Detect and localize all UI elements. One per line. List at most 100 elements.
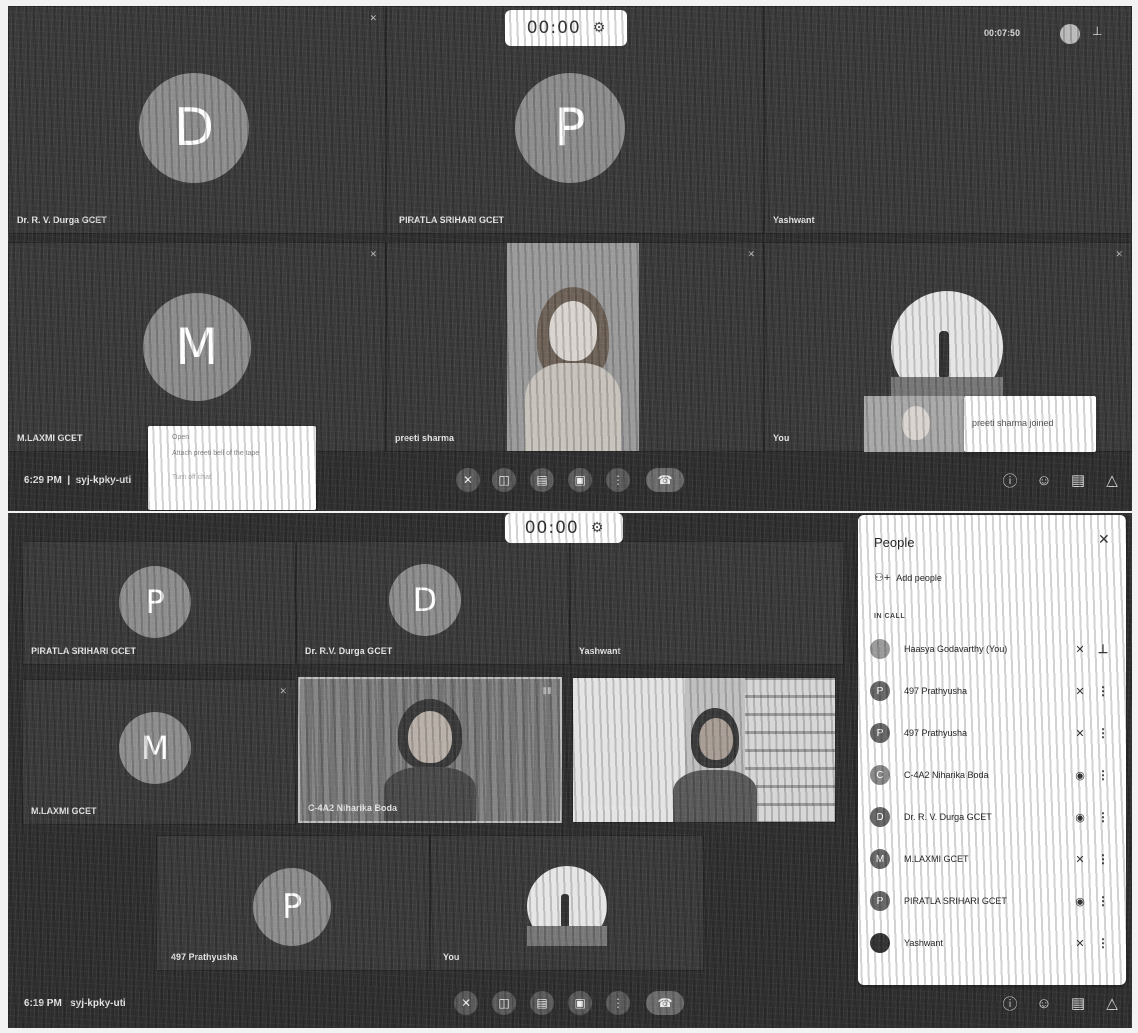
profile-picture (891, 291, 1003, 403)
mic-off-icon: ✕ (279, 686, 287, 696)
camera-off-button[interactable]: ◫ (492, 468, 516, 492)
people-panel: People ✕ ⚇+ Add people IN CALL Haasya Go… (858, 515, 1126, 985)
participant-row[interactable]: M M.LAXMI GCET ✕ ⋮ (870, 843, 1114, 875)
more-options-icon[interactable]: ⋮ (1092, 768, 1114, 782)
participant-row[interactable]: P 497 Prathyusha ✕ ⋮ (870, 717, 1114, 749)
avatar: P (870, 723, 890, 743)
participant-name: C-4A2 Niharika Boda (308, 803, 398, 813)
chat-icon[interactable]: ▤ (1068, 470, 1088, 490)
more-options-icon[interactable]: ⋮ (1092, 684, 1114, 698)
activities-icon[interactable]: △ (1102, 993, 1122, 1013)
panel-title: People (874, 535, 915, 550)
mic-off-button[interactable]: ✕ (456, 468, 480, 492)
gear-icon[interactable]: ⚙ (591, 520, 604, 536)
speaking-icon: ◉ (1075, 811, 1085, 824)
mic-off-icon: ✕ (1075, 937, 1085, 950)
people-icon[interactable]: ☺ (1034, 470, 1054, 490)
participant-name: You (443, 952, 460, 962)
participant-tile[interactable]: P PIRATLA SRIHARI GCET (22, 541, 296, 665)
horizon (527, 926, 607, 946)
silhouette-figure (939, 331, 949, 379)
avatar: P (253, 868, 331, 946)
participant-name: preeti sharma (395, 433, 455, 443)
participant-name: Dr. R. V. Durga GCET (904, 812, 992, 822)
gear-icon[interactable]: ⚙ (593, 20, 606, 36)
mic-off-icon: ✕ (747, 249, 755, 259)
participant-tile[interactable]: D ✕ Dr. R. V. Durga GCET (8, 6, 386, 234)
info-icon[interactable]: ⓘ (1000, 470, 1020, 490)
participant-row[interactable]: Yashwant ✕ ⋮ (870, 927, 1114, 959)
participant-video (507, 243, 639, 451)
participant-tile[interactable]: Yashwant (570, 541, 844, 665)
more-options-icon[interactable]: ⋮ (1092, 726, 1114, 740)
captions-button[interactable]: ▤ (530, 991, 554, 1015)
join-toast: preeti sharma joined (964, 396, 1096, 452)
more-options-icon[interactable]: ⋮ (1092, 936, 1114, 950)
timer-text: 00:00 (524, 518, 579, 538)
present-button[interactable]: ▣ (568, 991, 592, 1015)
participant-tile[interactable]: P 497 Prathyusha (156, 835, 430, 971)
participant-tile[interactable]: ✕ preeti sharma (386, 242, 764, 452)
avatar: M (119, 712, 191, 784)
participant-name: PIRATLA SRIHARI GCET (904, 896, 1007, 906)
avatar: D (870, 807, 890, 827)
close-icon[interactable]: ✕ (1098, 531, 1110, 548)
clock-and-code: 6:29 PM | syj-kpky-uti (24, 474, 132, 486)
body-shape (384, 767, 476, 821)
mic-off-icon: ✕ (1075, 643, 1085, 656)
camera-off-button[interactable]: ◫ (492, 991, 516, 1015)
timer-text: 00:00 (526, 18, 581, 38)
participant-name: M.LAXMI GCET (31, 806, 97, 816)
avatar (870, 639, 890, 659)
participant-row[interactable]: P PIRATLA SRIHARI GCET ◉ ⋮ (870, 885, 1114, 917)
participant-row[interactable]: C C-4A2 Niharika Boda ◉ ⋮ (870, 759, 1114, 791)
more-options-icon[interactable]: ⋮ (1092, 852, 1114, 866)
activities-icon[interactable]: △ (1102, 470, 1122, 490)
participant-tile[interactable]: D Dr. R.V. Durga GCET (296, 541, 570, 665)
meeting-timer: 00:00 ⚙ (505, 10, 627, 46)
mic-off-button[interactable]: ✕ (454, 991, 478, 1015)
participant-name: Yashwant (579, 646, 621, 656)
info-icon[interactable]: ⓘ (1000, 993, 1020, 1013)
participant-name: 497 Prathyusha (904, 686, 968, 696)
face-shape (408, 711, 452, 763)
avatar: M (870, 849, 890, 869)
participant-name: PIRATLA SRIHARI GCET (399, 215, 504, 225)
more-options-icon[interactable]: ⋮ (1092, 894, 1114, 908)
participant-tile[interactable]: ▮▮ C-4A2 Niharika Boda (298, 677, 562, 823)
menu-item[interactable]: Open (172, 434, 189, 441)
pin-icon[interactable]: ⊥ (1092, 24, 1102, 38)
participant-name: C-4A2 Niharika Boda (904, 770, 989, 780)
section-label: IN CALL (874, 613, 906, 620)
user-avatar[interactable] (1060, 24, 1080, 44)
avatar (870, 933, 890, 953)
end-call-button[interactable]: ☎ (646, 991, 684, 1015)
chat-icon[interactable]: ▤ (1068, 993, 1088, 1013)
participant-tile[interactable]: M ✕ M.LAXMI GCET (8, 242, 386, 452)
face-shape (549, 301, 597, 361)
participant-row[interactable]: D Dr. R. V. Durga GCET ◉ ⋮ (870, 801, 1114, 833)
end-call-button[interactable]: ☎ (646, 468, 684, 492)
more-options-icon[interactable]: ⋮ (1092, 810, 1114, 824)
participant-tile[interactable]: 497 Prathyusha (572, 677, 836, 823)
participant-tile[interactable]: You (430, 835, 704, 971)
speaking-icon: ◉ (1075, 769, 1085, 782)
more-options-button[interactable]: ⋮ (606, 468, 630, 492)
participant-tile[interactable]: M ✕ M.LAXMI GCET (22, 679, 296, 825)
add-people-label: Add people (896, 572, 942, 583)
participant-row[interactable]: P 497 Prathyusha ✕ ⋮ (870, 675, 1114, 707)
participant-name: Dr. R. V. Durga GCET (17, 215, 107, 225)
add-people-button[interactable]: ⚇+ Add people (874, 571, 942, 584)
pin-icon[interactable]: ⊥ (1092, 642, 1114, 656)
captions-button[interactable]: ▤ (530, 468, 554, 492)
top-meeting-screenshot: D ✕ Dr. R. V. Durga GCET P PIRATLA SRIHA… (8, 6, 1132, 511)
present-button[interactable]: ▣ (568, 468, 592, 492)
more-options-button[interactable]: ⋮ (606, 991, 630, 1015)
participant-row[interactable]: Haasya Godavarthy (You) ✕ ⊥ (870, 633, 1114, 665)
clock-and-code: 6:19 PM syj-kpky-uti (24, 997, 126, 1009)
mic-off-icon: ✕ (369, 249, 377, 259)
people-icon[interactable]: ☺ (1034, 993, 1054, 1013)
avatar: C (870, 765, 890, 785)
participant-name: Yashwant (904, 938, 943, 948)
participant-video (573, 678, 835, 822)
